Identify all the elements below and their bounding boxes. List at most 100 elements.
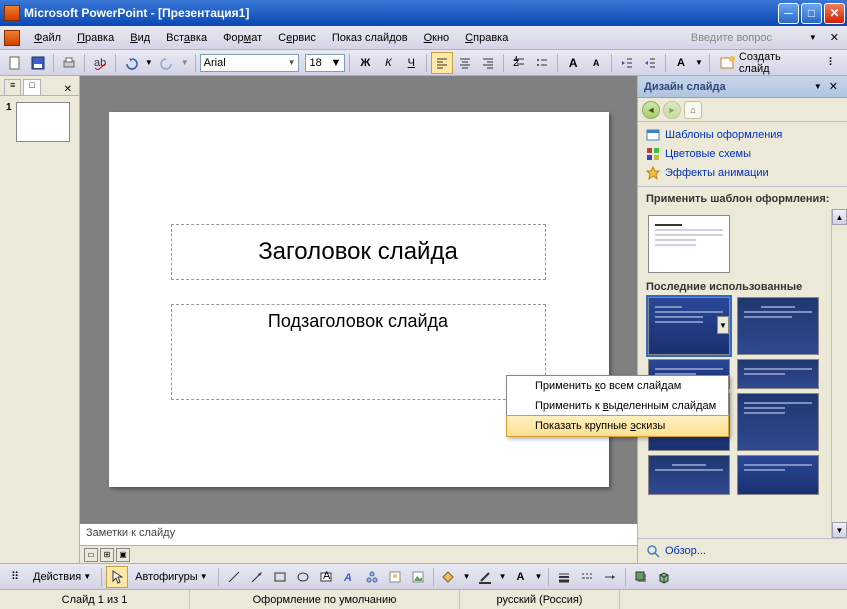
undo-button[interactable] [120, 52, 142, 74]
3d-tool[interactable] [653, 566, 675, 588]
slide-thumbnail-1[interactable] [16, 102, 70, 142]
menu-insert[interactable]: Вставка [158, 29, 215, 47]
save-button[interactable] [27, 52, 49, 74]
notes-pane[interactable]: Заметки к слайду [80, 523, 637, 545]
align-right-button[interactable] [477, 52, 499, 74]
drawing-toolbar: ⠿ Действия ▼ Автофигуры ▼ A A ▼ ▼ A ▼ [0, 563, 847, 589]
nav-back-button[interactable]: ◄ [642, 101, 660, 119]
align-center-button[interactable] [454, 52, 476, 74]
minimize-button[interactable]: ─ [778, 3, 799, 24]
print-button[interactable] [58, 52, 80, 74]
template-recent-7[interactable] [648, 455, 730, 495]
menu-view[interactable]: Вид [122, 29, 158, 47]
ctx-large-preview[interactable]: Показать крупные эскизы [506, 415, 729, 437]
document-icon[interactable] [4, 30, 20, 46]
font-selector[interactable]: Arial▼ [200, 54, 300, 72]
menu-dropdown-icon[interactable]: ▼ [806, 33, 820, 42]
menu-window[interactable]: Окно [416, 29, 458, 47]
decrease-font-button[interactable]: A [585, 52, 607, 74]
undo-dropdown[interactable]: ▼ [143, 58, 155, 67]
menu-file[interactable]: Файл [26, 29, 69, 47]
taskpane-close[interactable]: ✕ [826, 80, 841, 93]
template-recent-4[interactable] [737, 359, 819, 389]
menu-edit[interactable]: Правка [69, 29, 122, 47]
increase-indent-button[interactable] [639, 52, 661, 74]
subtitle-placeholder[interactable]: Подзаголовок слайда [171, 304, 546, 400]
template-recent-8[interactable] [737, 455, 819, 495]
text-color-tool[interactable]: A [509, 566, 531, 588]
tabs-close[interactable]: ✕ [61, 84, 75, 95]
help-question-box[interactable]: Введите вопрос [686, 29, 806, 47]
actions-menu[interactable]: Действия ▼ [27, 567, 97, 587]
template-recent-6[interactable] [737, 393, 819, 451]
template-default[interactable] [648, 215, 730, 273]
text-color-dropdown[interactable]: ▼ [532, 572, 544, 581]
redo-dropdown[interactable]: ▼ [179, 58, 191, 67]
ctx-apply-all[interactable]: Применить ко всем слайдам [507, 376, 728, 396]
diagram-tool[interactable] [361, 566, 383, 588]
menu-format[interactable]: Формат [215, 29, 270, 47]
font-size-selector[interactable]: 18▼ [305, 54, 345, 72]
link-color-schemes[interactable]: Цветовые схемы [646, 147, 839, 161]
template-recent-2[interactable] [737, 297, 819, 355]
numbering-button[interactable]: 12 [508, 52, 530, 74]
menu-help[interactable]: Справка [457, 29, 516, 47]
line-color-tool[interactable] [474, 566, 496, 588]
link-animation-effects[interactable]: Эффекты анимации [646, 166, 839, 180]
line-color-dropdown[interactable]: ▼ [497, 572, 509, 581]
menu-slideshow[interactable]: Показ слайдов [324, 29, 416, 47]
align-left-button[interactable] [431, 52, 453, 74]
rectangle-tool[interactable] [269, 566, 291, 588]
nav-forward-button[interactable]: ► [663, 101, 681, 119]
italic-button[interactable]: К [377, 52, 399, 74]
sorter-view-button[interactable]: ⊞ [100, 548, 114, 562]
close-button[interactable]: ✕ [824, 3, 845, 24]
clipart-tool[interactable] [384, 566, 406, 588]
template-dropdown[interactable]: ▼ [717, 316, 729, 334]
underline-button[interactable]: Ч [400, 52, 422, 74]
redo-button[interactable] [156, 52, 178, 74]
ctx-apply-selected[interactable]: Применить к выделенным слайдам [507, 396, 728, 416]
doc-close-button[interactable]: ✕ [826, 29, 843, 46]
slideshow-view-button[interactable]: ▣ [116, 548, 130, 562]
dash-style-tool[interactable] [576, 566, 598, 588]
shadow-tool[interactable] [630, 566, 652, 588]
line-style-tool[interactable] [553, 566, 575, 588]
toolbar-options[interactable]: ⠇ [821, 52, 843, 74]
line-tool[interactable] [223, 566, 245, 588]
spellcheck-button[interactable]: ab [89, 52, 111, 74]
fill-color-tool[interactable] [438, 566, 460, 588]
normal-view-button[interactable]: ▭ [84, 548, 98, 562]
maximize-button[interactable]: □ [801, 3, 822, 24]
tab-outline[interactable]: ≡ [4, 79, 21, 95]
bold-button[interactable]: Ж [354, 52, 376, 74]
font-color-dropdown[interactable]: ▼ [693, 58, 705, 67]
new-slide-button[interactable]: Создать слайд [714, 52, 820, 74]
tab-slides[interactable]: □ [23, 79, 40, 95]
wordart-tool[interactable]: A [338, 566, 360, 588]
picture-tool[interactable] [407, 566, 429, 588]
select-tool[interactable] [106, 566, 128, 588]
nav-home-button[interactable]: ⌂ [684, 101, 702, 119]
arrow-tool[interactable] [246, 566, 268, 588]
oval-tool[interactable] [292, 566, 314, 588]
link-design-templates[interactable]: Шаблоны оформления [646, 128, 839, 142]
template-recent-1[interactable]: ▼ [648, 297, 730, 355]
draw-grip[interactable]: ⠿ [4, 566, 26, 588]
font-color-button[interactable]: A [670, 52, 692, 74]
menu-tools[interactable]: Сервис [270, 29, 324, 47]
new-button[interactable] [4, 52, 26, 74]
bullets-button[interactable] [531, 52, 553, 74]
increase-font-button[interactable]: A [562, 52, 584, 74]
taskpane-dropdown[interactable]: ▼ [810, 82, 826, 91]
fill-color-dropdown[interactable]: ▼ [461, 572, 473, 581]
browse-link[interactable]: Обзор... [646, 544, 839, 558]
browse-icon [646, 544, 660, 558]
gallery-scrollbar[interactable]: ▲ ▼ [831, 209, 847, 538]
decrease-indent-button[interactable] [616, 52, 638, 74]
textbox-tool[interactable]: A [315, 566, 337, 588]
arrow-style-tool[interactable] [599, 566, 621, 588]
autoshapes-menu[interactable]: Автофигуры ▼ [129, 567, 214, 587]
status-language[interactable]: русский (Россия) [460, 590, 620, 609]
title-placeholder[interactable]: Заголовок слайда [171, 224, 546, 280]
